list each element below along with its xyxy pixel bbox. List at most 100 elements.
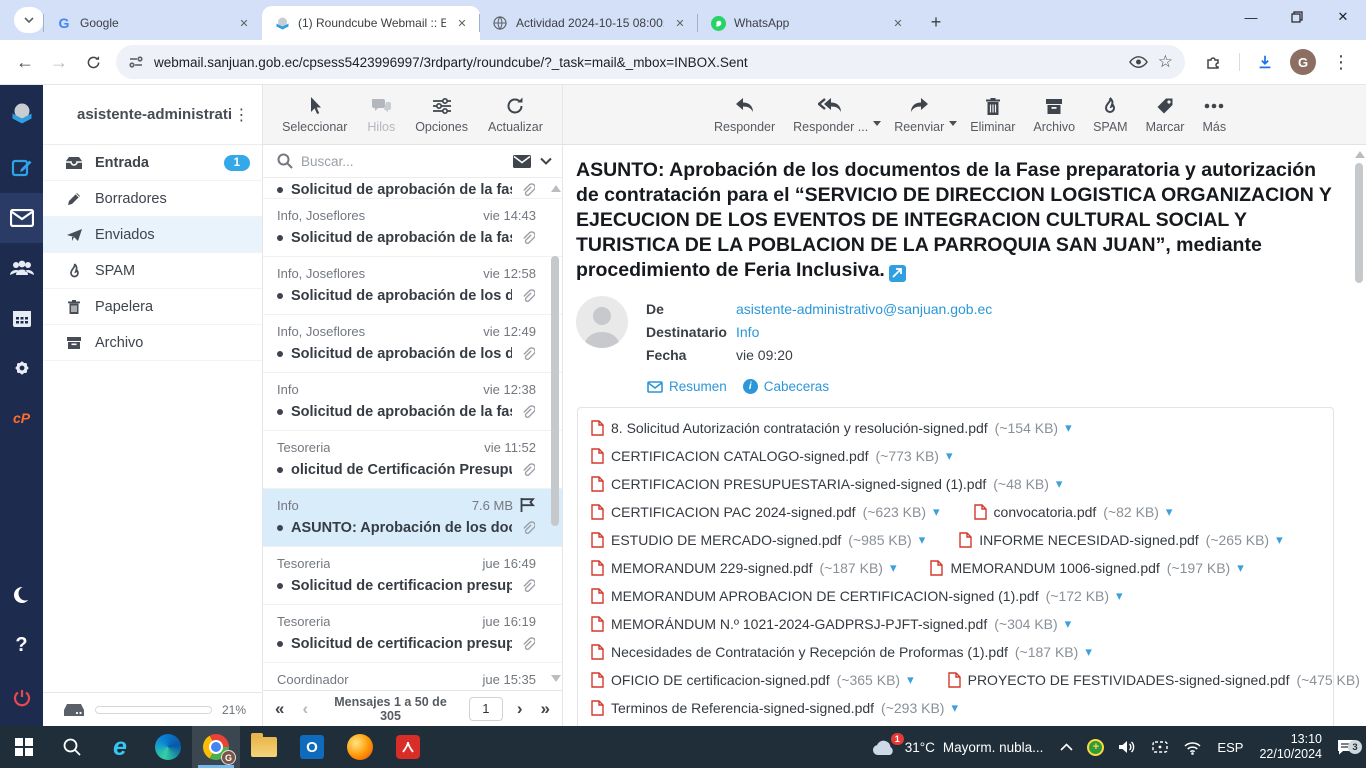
message-scrollbar[interactable]: [1353, 147, 1365, 726]
list-item-selected[interactable]: Info 7.6 MB ASUNTO: Aprobación de los do…: [263, 489, 562, 547]
attachment-menu-caret[interactable]: ▾: [951, 700, 958, 716]
attachment-menu-caret[interactable]: ▾: [1116, 588, 1123, 604]
forward-icon[interactable]: →: [42, 45, 76, 79]
tab-close-icon[interactable]: ✕: [672, 15, 688, 31]
list-item[interactable]: Info, Josefloresvie 12:58 Solicitud de a…: [263, 257, 562, 315]
attachment-menu-caret[interactable]: ▾: [890, 560, 897, 576]
start-button[interactable]: [0, 726, 48, 768]
downloads-icon[interactable]: [1248, 45, 1282, 79]
first-page-button[interactable]: «: [271, 699, 288, 719]
attachment-menu-caret[interactable]: ▾: [1237, 560, 1244, 576]
omnibox[interactable]: webmail.sanjuan.gob.ec/cpsess5423996997/…: [116, 45, 1185, 79]
calendar-icon[interactable]: [0, 293, 43, 343]
list-item[interactable]: Tesoreriajue 16:19 Solicitud de certific…: [263, 605, 562, 663]
dark-mode-moon-icon[interactable]: [0, 570, 43, 620]
list-item[interactable]: Tesoreriajue 16:49 Solicitud de certific…: [263, 547, 562, 605]
spam-button[interactable]: SPAM: [1084, 95, 1137, 134]
from-address-link[interactable]: asistente-administrativo@sanjuan.gob.ec: [736, 298, 992, 321]
attachment[interactable]: MEMORANDUM 1006-signed.pdf(~197 KB) ▾: [930, 560, 1243, 576]
compose-icon[interactable]: [0, 143, 43, 193]
options-button[interactable]: Opciones: [406, 95, 477, 134]
list-item[interactable]: Solicitud de aprobación de la fas...: [263, 178, 562, 199]
attachment[interactable]: MEMORANDUM 229-signed.pdf(~187 KB) ▾: [591, 560, 896, 576]
reply-button[interactable]: Responder: [705, 95, 784, 134]
chrome-icon[interactable]: G: [192, 726, 240, 768]
open-in-new-window-icon[interactable]: [889, 265, 906, 282]
list-item[interactable]: Info, Josefloresvie 12:49 Solicitud de a…: [263, 315, 562, 373]
attachment-menu-caret[interactable]: ▾: [946, 448, 953, 464]
tab-roundcube[interactable]: (1) Roundcube Webmail :: Envia ✕: [262, 6, 480, 40]
attachment[interactable]: Terminos de Referencia-signed-signed.pdf…: [591, 700, 958, 716]
tray-chevron-up-icon[interactable]: [1053, 743, 1080, 751]
search-scope-mail-icon[interactable]: [512, 154, 532, 169]
list-item[interactable]: Info, Josefloresvie 14:43 Solicitud de a…: [263, 199, 562, 257]
mark-button[interactable]: Marcar: [1137, 95, 1194, 134]
attachment-menu-caret[interactable]: ▾: [933, 504, 940, 520]
mail-module-icon[interactable]: [0, 193, 43, 243]
firefox-icon[interactable]: [336, 726, 384, 768]
window-close-button[interactable]: ✕: [1320, 0, 1366, 34]
folder-item-entrada[interactable]: Entrada 1: [43, 145, 262, 181]
new-tab-button[interactable]: +: [922, 8, 950, 36]
window-restore-button[interactable]: [1274, 0, 1320, 34]
scrollbar-thumb[interactable]: [551, 256, 559, 526]
preview-eye-icon[interactable]: [1129, 55, 1148, 69]
contacts-icon[interactable]: [0, 243, 43, 293]
attachment[interactable]: Necesidades de Contratación y Recepción …: [591, 644, 1092, 660]
reload-icon[interactable]: [76, 45, 110, 79]
scroll-up-icon[interactable]: [1355, 151, 1365, 158]
attachment-menu-caret[interactable]: ▾: [1085, 644, 1092, 660]
attachment[interactable]: OFICIO DE certificacion-signed.pdf(~365 …: [591, 672, 914, 688]
attachment[interactable]: 8. Solicitud Autorización contratación y…: [591, 420, 1072, 436]
wifi-icon[interactable]: [1176, 740, 1209, 755]
internet-explorer-icon[interactable]: e: [96, 726, 144, 768]
delete-button[interactable]: Eliminar: [961, 95, 1024, 134]
next-page-button[interactable]: ›: [513, 699, 527, 719]
attachment-menu-caret[interactable]: ▾: [919, 532, 926, 548]
folder-item-enviados[interactable]: Enviados: [43, 217, 262, 253]
headers-link[interactable]: i Cabeceras: [743, 379, 829, 394]
cpanel-logo[interactable]: cP: [0, 393, 43, 443]
file-explorer-icon[interactable]: [240, 726, 288, 768]
menu-kebab-icon[interactable]: ⋮: [1324, 45, 1358, 79]
folder-item-archivo[interactable]: Archivo: [43, 325, 262, 361]
attachment-menu-caret[interactable]: ▾: [1166, 504, 1173, 520]
last-page-button[interactable]: »: [537, 699, 554, 719]
attachment[interactable]: ESTUDIO DE MERCADO-signed.pdf(~985 KB) ▾: [591, 532, 925, 548]
attachment[interactable]: CERTIFICACION PRESUPUESTARIA-signed-sign…: [591, 476, 1062, 492]
attachment-menu-caret[interactable]: ▾: [1056, 476, 1063, 492]
scroll-down-icon[interactable]: [551, 675, 561, 682]
tab-close-icon[interactable]: ✕: [236, 15, 252, 31]
list-scrollbar[interactable]: [550, 181, 560, 686]
keyboard-language[interactable]: ESP: [1209, 740, 1251, 755]
tab-google[interactable]: G Google ✕: [44, 6, 262, 40]
help-icon[interactable]: ?: [0, 620, 43, 670]
attachment[interactable]: PROYECTO DE FESTIVIDADES-signed-signed.p…: [948, 672, 1366, 688]
scrollbar-thumb[interactable]: [1355, 163, 1363, 283]
back-icon[interactable]: ←: [8, 45, 42, 79]
attachment-menu-caret[interactable]: ▾: [1065, 420, 1072, 436]
search-options-chevron-icon[interactable]: [540, 157, 552, 165]
acrobat-icon[interactable]: [384, 726, 432, 768]
edge-icon[interactable]: [144, 726, 192, 768]
folder-item-borradores[interactable]: Borradores: [43, 181, 262, 217]
taskbar-clock[interactable]: 13:10 22/10/2024: [1251, 732, 1330, 762]
tab-whatsapp[interactable]: WhatsApp ✕: [698, 6, 916, 40]
scroll-up-icon[interactable]: [551, 185, 561, 192]
settings-gear-icon[interactable]: [0, 343, 43, 393]
folder-item-spam[interactable]: SPAM: [43, 253, 262, 289]
connect-display-icon[interactable]: [1144, 740, 1176, 755]
logout-power-icon[interactable]: [0, 670, 43, 726]
attachment[interactable]: CERTIFICACION PAC 2024-signed.pdf(~623 K…: [591, 504, 940, 520]
search-input[interactable]: [301, 154, 504, 169]
archive-button[interactable]: Archivo: [1024, 95, 1084, 134]
attachment[interactable]: INFORME NECESIDAD-signed.pdf(~265 KB) ▾: [959, 532, 1282, 548]
bookmark-star-icon[interactable]: ☆: [1158, 52, 1173, 72]
prev-page-button[interactable]: ‹: [298, 699, 312, 719]
reply-all-button[interactable]: Responder ...: [784, 95, 877, 134]
weather-widget[interactable]: 1 31°C Mayorm. nubla...: [861, 738, 1054, 756]
outlook-icon[interactable]: O: [288, 726, 336, 768]
url-text[interactable]: webmail.sanjuan.gob.ec/cpsess5423996997/…: [154, 55, 1129, 70]
page-number-input[interactable]: [469, 697, 503, 721]
window-minimize-button[interactable]: —: [1228, 0, 1274, 34]
